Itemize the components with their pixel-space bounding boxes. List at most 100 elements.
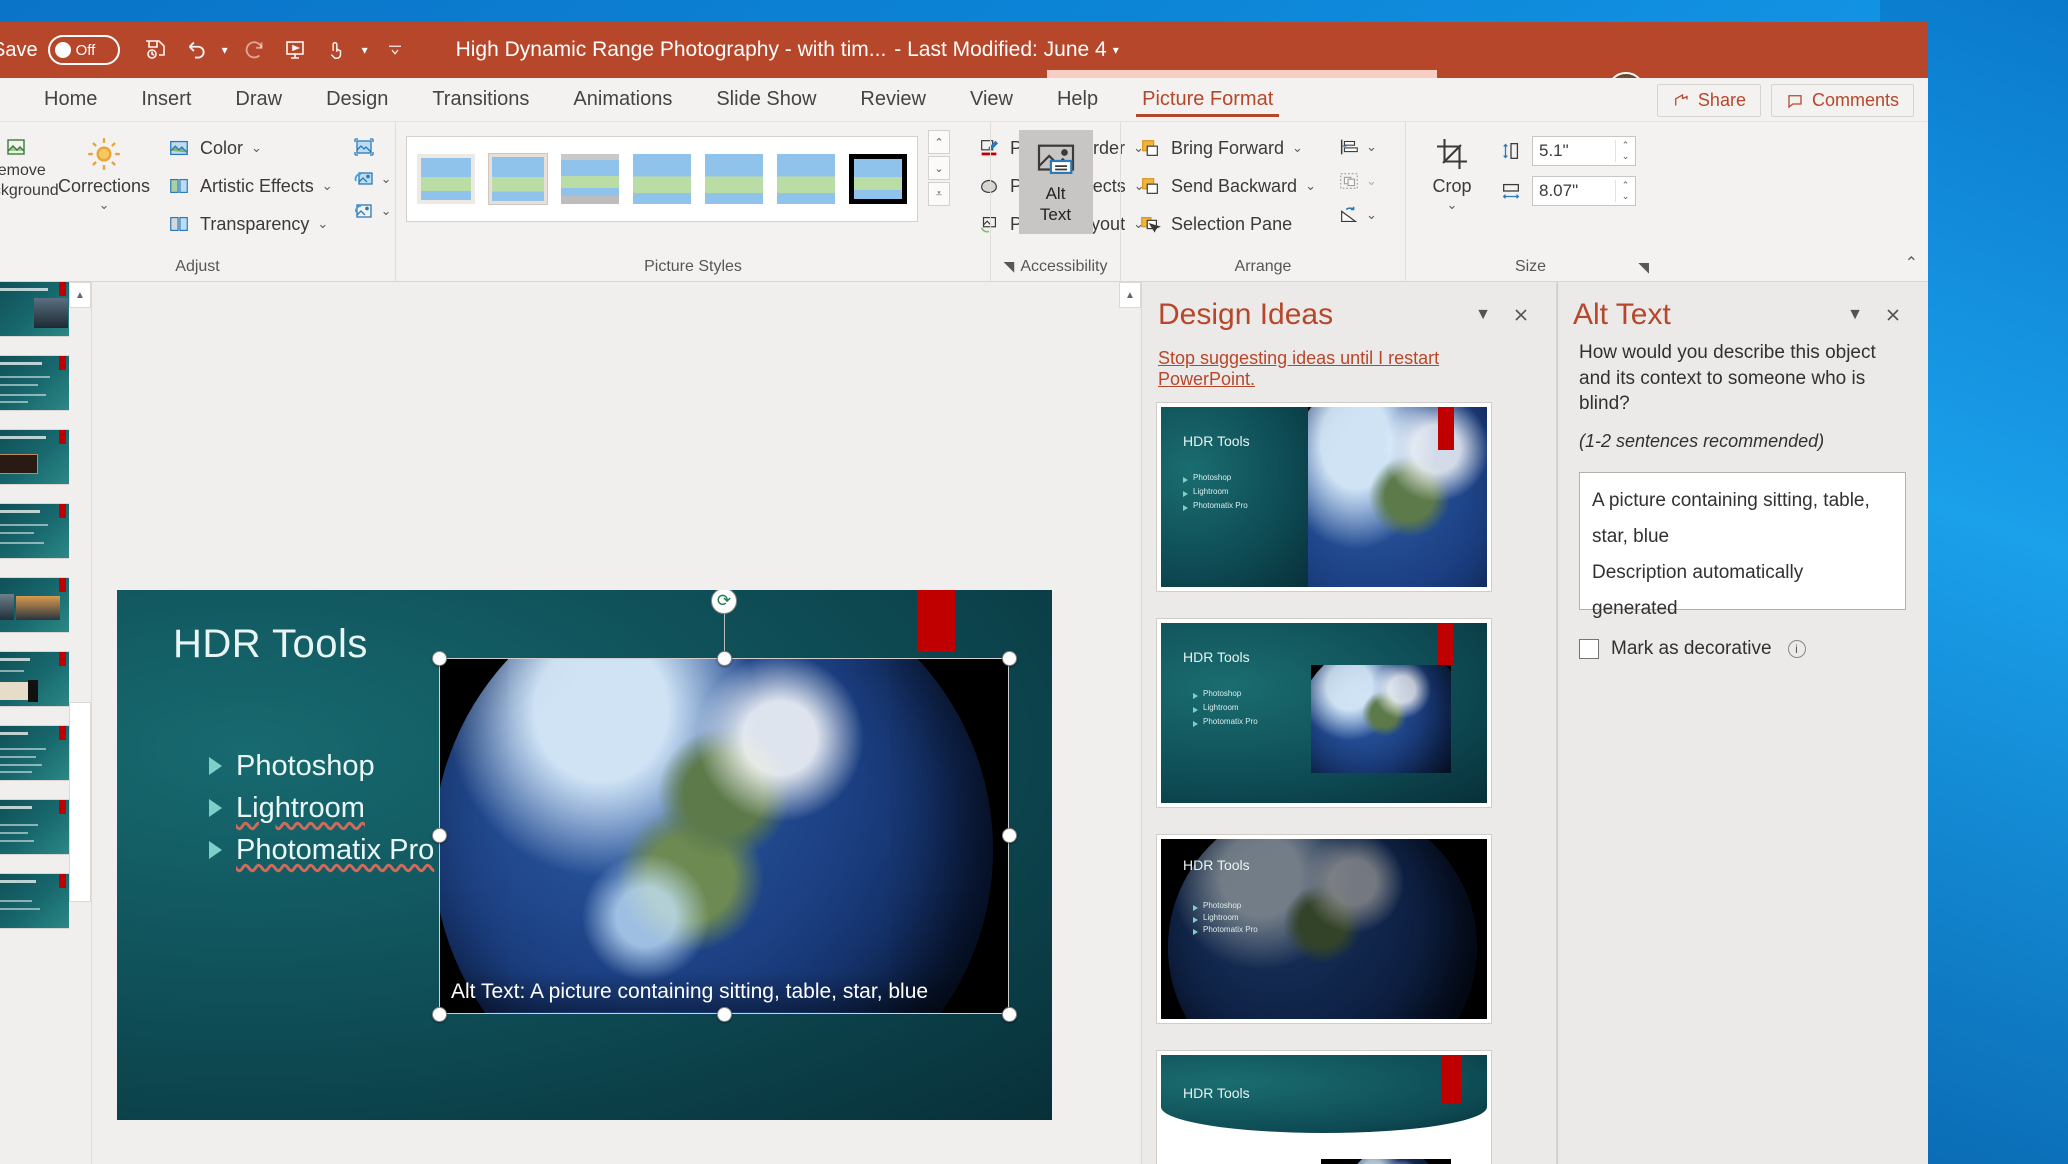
tab-review[interactable]: Review [838, 84, 948, 121]
canvas-scroll-up-icon[interactable]: ▲ [1119, 282, 1141, 308]
align-icon[interactable] [1336, 134, 1362, 160]
slide-thumbnail[interactable] [0, 504, 74, 558]
slide-thumbnail[interactable] [0, 282, 74, 336]
tab-help[interactable]: Help [1035, 84, 1120, 121]
resize-handle-top-left[interactable] [432, 651, 447, 666]
resize-handle-bottom-right[interactable] [1002, 1007, 1017, 1022]
slide-thumbnail[interactable] [0, 356, 74, 410]
gallery-scroll-up-icon[interactable]: ⌃ [928, 130, 950, 154]
rotate-dropdown-icon[interactable]: ⌄ [1366, 207, 1377, 223]
slide-bullet-list[interactable]: Photoshop Lightroom Photomatix Pro [209, 745, 434, 871]
resize-handle-bottom-center[interactable] [717, 1007, 732, 1022]
reset-picture-dropdown-icon[interactable]: ⌄ [381, 203, 392, 219]
tab-transitions[interactable]: Transitions [410, 84, 551, 121]
rotate-handle[interactable]: ⟳ [711, 590, 737, 614]
alt-text-close-icon[interactable] [1874, 298, 1912, 332]
document-title[interactable]: High Dynamic Range Photography - with ti… [456, 38, 887, 62]
resize-handle-middle-right[interactable] [1002, 828, 1017, 843]
comments-button[interactable]: Comments [1770, 84, 1914, 117]
current-slide[interactable]: HDR Tools Photoshop Lightroom Photomatix… [117, 590, 1052, 1120]
height-spin-up-icon[interactable]: ⌃ [1616, 140, 1635, 151]
slide-thumbnail-pane[interactable]: ▲ [0, 282, 92, 1164]
artistic-effects-button[interactable]: Artistic Effects ⌄ [160, 168, 339, 204]
picture-styles-gallery[interactable] [406, 136, 918, 222]
shape-width-spinner[interactable]: ⌃ ⌄ [1615, 180, 1635, 202]
tab-animations[interactable]: Animations [551, 84, 694, 121]
resize-handle-bottom-left[interactable] [432, 1007, 447, 1022]
title-dropdown-icon[interactable]: ▾ [1107, 30, 1125, 70]
transparency-dropdown-icon[interactable]: ⌄ [317, 216, 328, 232]
customize-quick-access-icon[interactable] [376, 30, 414, 70]
group-icon[interactable] [1336, 168, 1362, 194]
resize-handle-middle-left[interactable] [432, 828, 447, 843]
gallery-scroll-down-icon[interactable]: ⌄ [928, 156, 950, 180]
start-presentation-icon[interactable] [276, 30, 314, 70]
info-icon[interactable]: i [1787, 639, 1806, 658]
picture-style-6[interactable] [777, 154, 835, 204]
shape-height-spinner[interactable]: ⌃ ⌄ [1615, 140, 1635, 162]
tab-picture-format[interactable]: Picture Format [1120, 84, 1295, 121]
thumbnail-scroll-up-icon[interactable]: ▲ [69, 282, 91, 308]
align-dropdown-icon[interactable]: ⌄ [1366, 139, 1377, 155]
picture-style-3[interactable] [561, 154, 619, 204]
crop-dropdown-icon[interactable]: ⌄ [1447, 197, 1458, 213]
remove-background-button[interactable]: Remove Background [0, 130, 59, 201]
picture-style-7-selected[interactable] [849, 154, 907, 204]
slide-thumbnail[interactable] [0, 726, 74, 780]
list-item[interactable]: Lightroom [209, 787, 434, 829]
accessibility-dialog-launcher-icon[interactable]: ◥ [1004, 258, 1015, 274]
slide-thumbnail[interactable] [0, 578, 74, 632]
design-idea-thumbnail[interactable]: HDR Tools Photoshop Lightroom Photomatix… [1156, 834, 1492, 1024]
send-backward-dropdown-icon[interactable]: ⌄ [1305, 178, 1316, 194]
height-spin-down-icon[interactable]: ⌄ [1616, 151, 1635, 162]
touch-mode-dropdown-icon[interactable]: ▾ [356, 30, 374, 70]
bring-forward-button[interactable]: Bring Forward ⌄ [1131, 130, 1322, 166]
design-ideas-options-icon[interactable]: ▼ [1464, 298, 1502, 332]
gallery-more-icon[interactable]: ⩡ [928, 182, 950, 206]
picture-style-2[interactable] [488, 153, 548, 205]
artistic-effects-dropdown-icon[interactable]: ⌄ [322, 178, 333, 194]
mark-as-decorative-checkbox[interactable] [1579, 638, 1599, 659]
design-ideas-list[interactable]: HDR Tools Photoshop Lightroom Photomatix… [1156, 402, 1542, 1164]
design-idea-thumbnail[interactable]: HDR Tools Photoshop Lightroom Photomatix… [1156, 1050, 1492, 1164]
tab-home[interactable]: Home [22, 84, 119, 121]
group-dropdown-icon[interactable]: ⌄ [1366, 173, 1377, 189]
rotate-icon[interactable] [1336, 202, 1362, 228]
touch-mode-icon[interactable] [316, 30, 354, 70]
transparency-button[interactable]: Transparency ⌄ [160, 206, 339, 242]
change-picture-dropdown-icon[interactable]: ⌄ [381, 171, 392, 187]
list-item[interactable]: Photoshop [209, 745, 434, 787]
width-spin-down-icon[interactable]: ⌄ [1616, 191, 1635, 202]
resize-handle-top-right[interactable] [1002, 651, 1017, 666]
bring-forward-dropdown-icon[interactable]: ⌄ [1292, 140, 1303, 156]
selection-pane-button[interactable]: Selection Pane [1131, 206, 1322, 242]
share-button[interactable]: Share [1656, 84, 1761, 117]
slide-thumbnail[interactable] [0, 652, 74, 706]
alt-text-options-icon[interactable]: ▼ [1836, 298, 1874, 332]
resize-handle-top-center[interactable] [717, 651, 732, 666]
tab-draw[interactable]: Draw [213, 84, 304, 121]
color-button[interactable]: Color ⌄ [160, 130, 339, 166]
size-dialog-launcher-icon[interactable]: ◥ [1638, 259, 1649, 276]
thumbnail-scrollbar[interactable]: ▲ [69, 282, 91, 1164]
alt-text-button[interactable]: Alt Text [1018, 130, 1093, 234]
picture-style-5[interactable] [705, 154, 763, 204]
send-backward-button[interactable]: Send Backward ⌄ [1131, 168, 1322, 204]
width-spin-up-icon[interactable]: ⌃ [1616, 180, 1635, 191]
canvas-scrollbar[interactable]: ▲ [1119, 282, 1141, 1164]
tab-insert[interactable]: Insert [119, 84, 213, 121]
collapse-ribbon-icon[interactable]: ⌃ [1905, 253, 1918, 273]
compress-pictures-icon[interactable] [351, 134, 377, 160]
design-idea-thumbnail[interactable]: HDR Tools Photoshop Lightroom Photomatix… [1156, 618, 1492, 808]
slide-thumbnail[interactable] [0, 800, 74, 854]
autosave-toggle[interactable]: Off [47, 35, 120, 65]
redo-icon[interactable] [236, 30, 274, 70]
list-item[interactable]: Photomatix Pro [209, 829, 434, 871]
picture-style-1[interactable] [417, 154, 475, 204]
slide-title[interactable]: HDR Tools [173, 622, 368, 667]
slide-thumbnail[interactable] [0, 430, 74, 484]
picture-style-4[interactable] [633, 154, 691, 204]
corrections-dropdown-icon[interactable]: ⌄ [99, 197, 110, 213]
undo-icon[interactable] [176, 30, 214, 70]
tab-design[interactable]: Design [304, 84, 410, 121]
